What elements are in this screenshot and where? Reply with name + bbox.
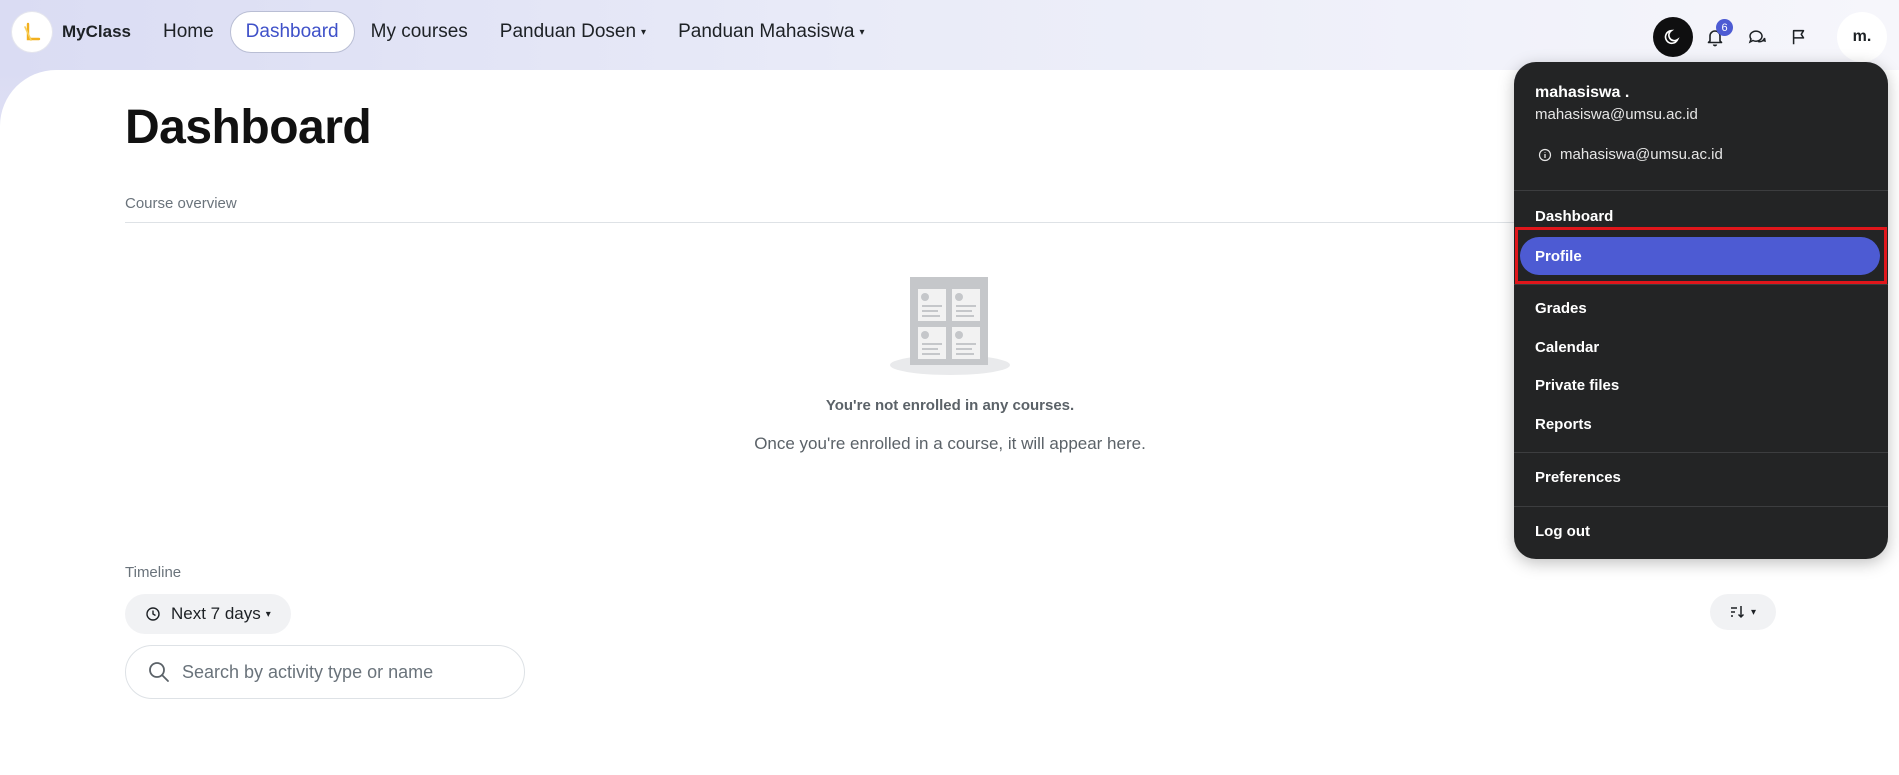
timeline-search	[125, 645, 525, 699]
chat-icon	[1748, 30, 1766, 44]
menu-divider	[1514, 452, 1888, 453]
clock-icon	[146, 607, 160, 621]
messages-button[interactable]	[1737, 17, 1777, 57]
timeline-sort-dropdown[interactable]: ▾	[1710, 594, 1776, 630]
menu-item-reports[interactable]: Reports	[1535, 416, 1592, 433]
nav-panduan-dosen[interactable]: Panduan Dosen ▾	[484, 11, 662, 53]
menu-item-preferences[interactable]: Preferences	[1535, 469, 1621, 486]
caret-down-icon: ▾	[859, 26, 865, 38]
timeline-heading: Timeline	[125, 564, 182, 581]
menu-item-grades[interactable]: Grades	[1535, 300, 1587, 317]
user-menu-dropdown: mahasiswa . mahasiswa@umsu.ac.id mahasis…	[1514, 62, 1888, 559]
caret-down-icon: ▾	[1750, 606, 1757, 618]
menu-item-logout[interactable]: Log out	[1535, 523, 1590, 540]
nav-panduan-dosen-label: Panduan Dosen	[499, 21, 637, 42]
moon-icon	[1664, 29, 1680, 44]
nav-panduan-mahasiswa-label: Panduan Mahasiswa	[678, 21, 855, 42]
notification-count-badge: 6	[1716, 19, 1733, 36]
brand-name[interactable]: MyClass	[62, 22, 131, 42]
caret-down-icon: ▾	[265, 608, 271, 620]
nav-panduan-mahasiswa[interactable]: Panduan Mahasiswa ▾	[662, 11, 880, 53]
timeline-filter-label: Next 7 days	[171, 604, 261, 623]
menu-item-dashboard[interactable]: Dashboard	[1535, 208, 1613, 225]
timeline-filter-dropdown[interactable]: Next 7 days ▾	[125, 594, 291, 634]
user-fullname: mahasiswa .	[1535, 84, 1630, 101]
menu-divider	[1514, 190, 1888, 191]
notifications-button[interactable]: 6	[1695, 17, 1735, 57]
dark-mode-toggle[interactable]	[1653, 17, 1693, 57]
flag-icon	[1792, 29, 1805, 45]
menu-item-profile[interactable]: Profile	[1520, 237, 1880, 275]
caret-down-icon: ▾	[641, 26, 647, 38]
menu-divider	[1514, 284, 1888, 285]
timeline-search-input[interactable]	[182, 661, 502, 683]
navbar-actions: 6 m.	[1651, 12, 1887, 62]
nav-my-courses-label: My courses	[370, 21, 468, 42]
search-icon	[149, 662, 169, 682]
report-flag-button[interactable]	[1779, 17, 1819, 57]
nav-home[interactable]: Home	[147, 11, 230, 53]
nav-my-courses[interactable]: My courses	[355, 11, 484, 53]
user-avatar[interactable]: m.	[1837, 12, 1887, 62]
menu-item-private-files[interactable]: Private files	[1535, 377, 1619, 394]
menu-item-calendar[interactable]: Calendar	[1535, 339, 1599, 356]
sort-icon	[1730, 606, 1745, 619]
menu-divider	[1514, 506, 1888, 507]
info-icon	[1538, 148, 1552, 161]
top-navbar: MyClass Home Dashboard My courses Pandua…	[0, 0, 1899, 64]
nav-dashboard[interactable]: Dashboard	[229, 11, 355, 53]
nav-home-label: Home	[162, 21, 214, 42]
nav-dashboard-label: Dashboard	[245, 21, 339, 42]
empty-courses-illustration	[890, 277, 1010, 375]
logo-icon	[24, 22, 41, 41]
user-email: mahasiswa@umsu.ac.id	[1535, 106, 1698, 123]
user-info-row: mahasiswa@umsu.ac.id	[1538, 146, 1723, 163]
user-info-email: mahasiswa@umsu.ac.id	[1560, 146, 1723, 163]
site-logo[interactable]	[12, 12, 52, 52]
